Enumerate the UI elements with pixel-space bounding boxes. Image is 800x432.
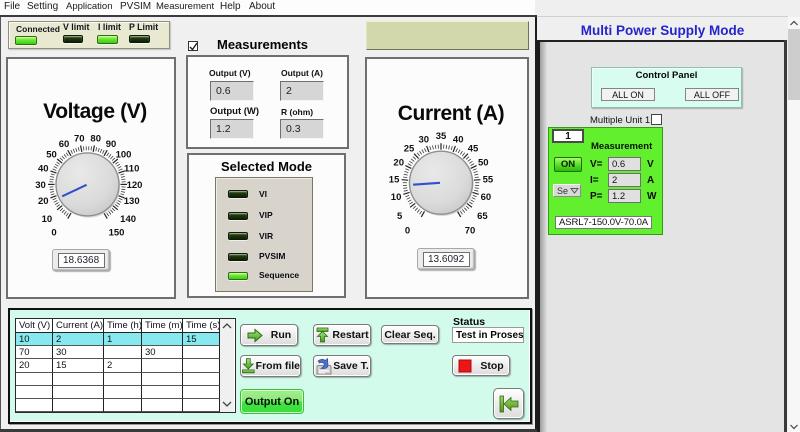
svg-text:90: 90: [106, 139, 117, 150]
svg-text:30: 30: [35, 180, 46, 191]
svg-text:60: 60: [59, 139, 70, 150]
svg-text:35: 35: [436, 131, 447, 142]
svg-text:50: 50: [478, 158, 489, 169]
svg-text:15: 15: [389, 175, 400, 186]
svg-text:20: 20: [38, 196, 49, 207]
svg-text:60: 60: [481, 192, 492, 203]
svg-text:10: 10: [42, 214, 53, 225]
svg-text:80: 80: [90, 134, 101, 145]
svg-text:70: 70: [465, 226, 476, 237]
svg-text:25: 25: [404, 144, 415, 155]
svg-text:20: 20: [393, 158, 404, 169]
svg-text:70: 70: [74, 134, 85, 145]
svg-text:40: 40: [453, 134, 464, 145]
svg-text:40: 40: [38, 164, 49, 175]
svg-text:65: 65: [477, 211, 488, 222]
svg-text:0: 0: [51, 227, 56, 238]
svg-text:55: 55: [483, 175, 494, 186]
svg-text:50: 50: [46, 150, 57, 161]
svg-text:120: 120: [127, 180, 143, 191]
svg-text:0: 0: [405, 226, 410, 237]
svg-text:45: 45: [468, 144, 479, 155]
svg-text:110: 110: [124, 164, 139, 175]
svg-text:140: 140: [120, 214, 136, 225]
svg-text:5: 5: [397, 211, 403, 222]
svg-text:10: 10: [391, 192, 402, 203]
svg-text:130: 130: [124, 196, 140, 207]
svg-text:30: 30: [419, 134, 430, 145]
svg-text:150: 150: [109, 227, 125, 238]
svg-text:100: 100: [116, 150, 132, 161]
